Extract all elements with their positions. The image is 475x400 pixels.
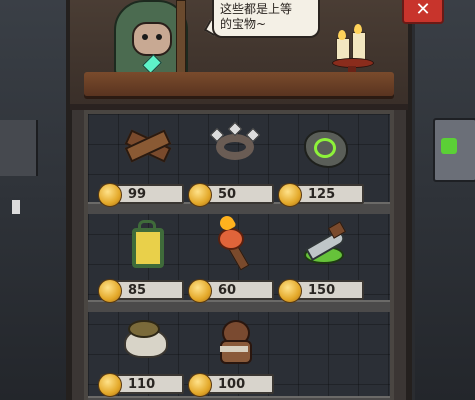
coin-icon (98, 279, 122, 303)
shop-item[interactable]: 125 (278, 118, 368, 207)
torch-icon (210, 213, 258, 271)
coin-icon (188, 373, 212, 397)
shop-item[interactable]: 60 (188, 213, 278, 303)
price-value: 100 (218, 377, 246, 392)
background-right-panel (415, 0, 475, 400)
gem-icon (441, 138, 457, 154)
background-left-panel (0, 0, 70, 400)
speech-line-2: 的宝物~ (220, 17, 267, 31)
flame-icon (354, 24, 362, 34)
price-value: 125 (308, 187, 336, 202)
lantern-icon (120, 220, 168, 268)
merchant-face (132, 22, 172, 56)
price-tag: 99 (98, 183, 184, 207)
close-button[interactable]: ✕ (402, 0, 444, 24)
merchant-eye (156, 34, 162, 40)
price-value: 60 (218, 283, 237, 298)
price-value: 85 (128, 283, 147, 298)
stew-pot-icon (120, 314, 168, 360)
spiked-collar-icon (209, 121, 261, 170)
price-value: 110 (128, 377, 156, 392)
voodoo-doll-icon (210, 314, 258, 364)
shop-item[interactable]: 110 (98, 308, 188, 397)
flame-icon (338, 30, 346, 40)
background-card (433, 118, 475, 182)
shop-item[interactable]: 85 (98, 214, 188, 303)
shop-item[interactable]: 50 (188, 118, 278, 207)
merchant-staff (176, 0, 186, 78)
shop-item[interactable]: 150 (278, 214, 368, 303)
shop-counter (84, 72, 394, 96)
price-tag: 50 (188, 183, 274, 207)
price-value: 99 (128, 187, 147, 202)
slimy-dagger-icon (300, 220, 348, 266)
price-value: 150 (308, 283, 336, 298)
candle (352, 32, 366, 60)
merchant-eye (142, 34, 148, 40)
price-tag: 85 (98, 279, 184, 303)
speech-line-1: 这些都是上等 (220, 2, 293, 16)
background-side-mark (12, 200, 20, 214)
coin-icon (278, 183, 302, 207)
shelf-plank (88, 396, 390, 400)
candle (336, 38, 350, 60)
crossed-planks-icon (120, 124, 172, 170)
price-tag: 125 (278, 183, 364, 207)
coin-icon (98, 373, 122, 397)
shop-shelves: 99 50 125 85 60 150 110 100 (84, 110, 394, 400)
coin-icon (188, 279, 212, 303)
price-value: 50 (218, 187, 237, 202)
shop-item[interactable]: 100 (188, 308, 278, 397)
coin-icon (98, 183, 122, 207)
coin-icon (278, 279, 302, 303)
speech-bubble: 这些都是上等 的宝物~ (212, 0, 320, 38)
background-side-bar (0, 120, 38, 176)
price-tag: 110 (98, 373, 184, 397)
coin-icon (188, 183, 212, 207)
price-tag: 60 (188, 279, 274, 303)
shop-item[interactable]: 99 (98, 118, 188, 207)
price-tag: 150 (278, 279, 364, 303)
price-tag: 100 (188, 373, 274, 397)
rune-stone-icon (300, 124, 348, 170)
